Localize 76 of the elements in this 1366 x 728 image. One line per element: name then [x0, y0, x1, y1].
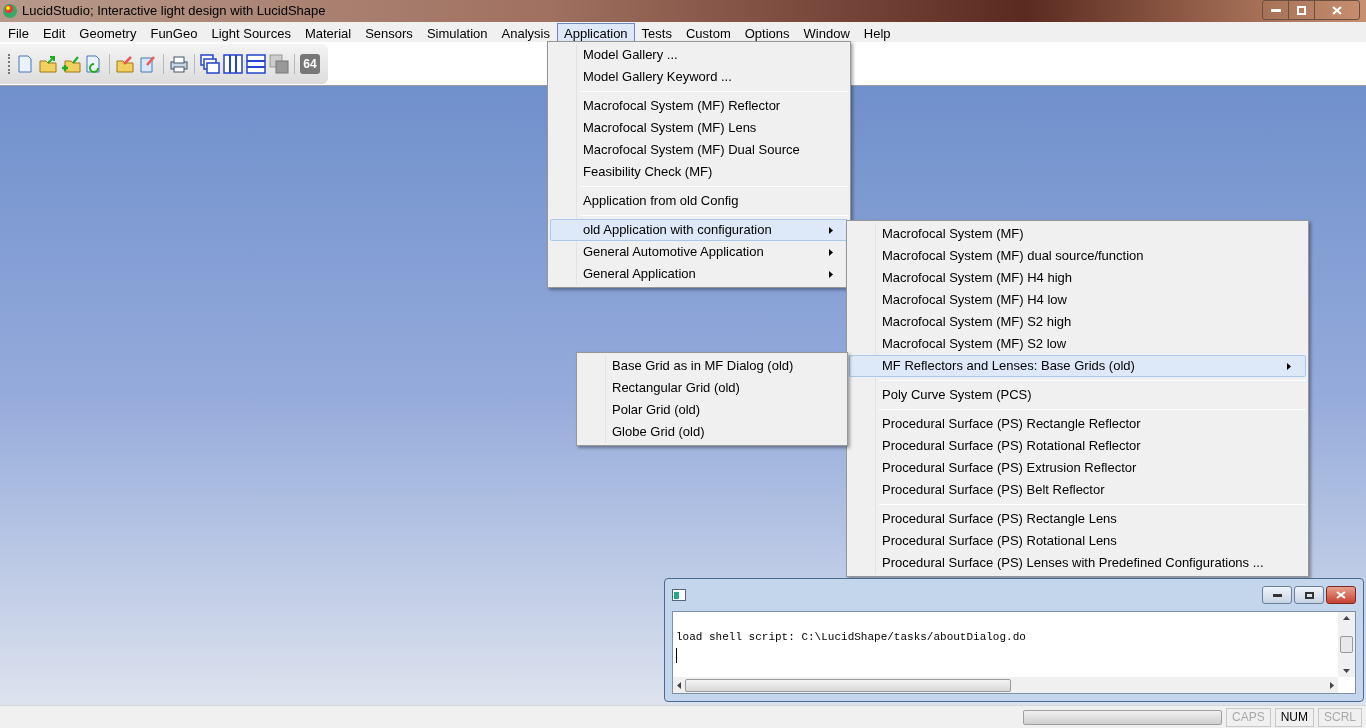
scroll-down-icon[interactable]	[1343, 669, 1350, 673]
vertical-scrollbar[interactable]	[1338, 612, 1355, 677]
menu-item[interactable]: Procedural Surface (PS) Rotational Lens	[849, 530, 1306, 552]
menu-bar-item[interactable]: Simulation	[419, 22, 495, 42]
menu-bar-item[interactable]: Light Sources	[204, 22, 298, 42]
close-icon	[1332, 5, 1342, 15]
window-title: LucidStudio; Interactive light design with LucidShape	[22, 2, 326, 21]
menu-item[interactable]: Rectangular Grid (old)	[579, 377, 845, 399]
menu-bar-item[interactable]: Material	[297, 22, 359, 42]
menu-item[interactable]: Model Gallery Keyword ...	[550, 66, 848, 88]
menu-item[interactable]: Macrofocal System (MF) Dual Source	[550, 139, 848, 161]
menu-item[interactable]: Procedural Surface (PS) Belt Reflector	[849, 479, 1306, 501]
menu-item[interactable]: Macrofocal System (MF) S2 high	[849, 311, 1306, 333]
menu-item[interactable]: Macrofocal System (MF) Lens	[550, 117, 848, 139]
menu-item[interactable]: Macrofocal System (MF)	[849, 223, 1306, 245]
folder-export-icon[interactable]	[115, 53, 135, 74]
scroll-left-icon[interactable]	[677, 681, 681, 689]
menu-item[interactable]: Feasibility Check (MF)	[550, 161, 848, 183]
submenu-arrow-icon	[829, 248, 833, 256]
menu-item[interactable]: MF Reflectors and Lenses: Base Grids (old)	[849, 355, 1306, 377]
menu-item[interactable]: Macrofocal System (MF) H4 high	[849, 267, 1306, 289]
menu-item[interactable]: Polar Grid (old)	[579, 399, 845, 421]
minimize-button[interactable]	[1262, 586, 1292, 604]
app-logo-icon	[2, 3, 18, 19]
menu-item[interactable]: Model Gallery ...	[550, 44, 848, 66]
submenu-arrow-icon	[829, 270, 833, 278]
scroll-up-icon[interactable]	[1343, 616, 1350, 620]
close-icon	[1336, 591, 1346, 599]
printer-icon[interactable]	[169, 53, 189, 74]
menu-bar-item[interactable]: Edit	[35, 22, 73, 42]
menu-item[interactable]: Procedural Surface (PS) Rectangle Lens	[849, 508, 1306, 530]
menu-item[interactable]: Poly Curve System (PCS)	[849, 384, 1306, 406]
menu-bar-item[interactable]: Geometry	[72, 22, 144, 42]
menu-item[interactable]: Macrofocal System (MF) Reflector	[550, 95, 848, 117]
tile-vertical-icon[interactable]	[223, 53, 243, 74]
scroll-thumb[interactable]	[1340, 636, 1353, 653]
menu-bar-item[interactable]: Tests	[634, 22, 679, 42]
submenu-arrow-icon	[1287, 362, 1291, 370]
menu-item[interactable]: General Application	[550, 263, 848, 285]
menu-item[interactable]: Application from old Config	[550, 190, 848, 212]
horizontal-scrollbar[interactable]	[673, 677, 1338, 693]
submenu-arrow-icon	[829, 226, 833, 234]
status-indicator: NUM	[1274, 707, 1314, 727]
tile-horizontal-icon[interactable]	[246, 53, 266, 74]
menu-bar-item[interactable]: Options	[737, 22, 797, 42]
menu-bar-item[interactable]: Window	[796, 22, 857, 42]
menu-item[interactable]: Procedural Surface (PS) Rotational Reflector	[849, 435, 1306, 457]
console-line: load shell script: C:\LucidShape/tasks/aboutDialog.do	[676, 630, 1027, 644]
menu-item[interactable]: Macrofocal System (MF) dual source/function	[849, 245, 1306, 267]
menu-item[interactable]: Procedural Surface (PS) Lenses with Predefined Configurations ...	[849, 552, 1306, 574]
bit-badge[interactable]: 64	[300, 53, 320, 74]
menu-bar-item[interactable]: Analysis	[494, 22, 557, 42]
menu-item[interactable]: Globe Grid (old)	[579, 421, 845, 443]
menu-item[interactable]: Macrofocal System (MF) H4 low	[849, 289, 1306, 311]
menu-item[interactable]: Procedural Surface (PS) Rectangle Reflector	[849, 413, 1306, 435]
menu-bar-item[interactable]: FunGeo	[143, 22, 205, 42]
scroll-right-icon[interactable]	[1330, 681, 1334, 689]
maximize-button[interactable]	[1294, 586, 1324, 604]
menu-bar-item[interactable]: Help	[856, 22, 898, 42]
close-button[interactable]	[1326, 586, 1356, 604]
cascade-windows-icon[interactable]	[200, 53, 220, 74]
menu-item[interactable]: Procedural Surface (PS) Extrusion Reflector	[849, 457, 1306, 479]
open-folder-icon[interactable]	[38, 53, 58, 74]
status-indicator: SCRL	[1318, 707, 1362, 727]
menu-bar-item[interactable]: Application	[557, 22, 635, 42]
text-cursor	[676, 648, 677, 663]
menu-item[interactable]: old Application with configuration	[550, 219, 848, 241]
menu-bar-item[interactable]: Sensors	[358, 22, 420, 42]
window-icon	[672, 589, 686, 601]
menu-item[interactable]: General Automotive Application	[550, 241, 848, 263]
menu-bar-item[interactable]: File	[1, 22, 36, 42]
menu-item[interactable]: Macrofocal System (MF) S2 low	[849, 333, 1306, 355]
status-indicator: CAPS	[1225, 707, 1271, 727]
menu-item[interactable]: Base Grid as in MF Dialog (old)	[579, 355, 845, 377]
scroll-thumb[interactable]	[685, 678, 1011, 692]
menu-bar-item[interactable]: Custom	[678, 22, 738, 42]
